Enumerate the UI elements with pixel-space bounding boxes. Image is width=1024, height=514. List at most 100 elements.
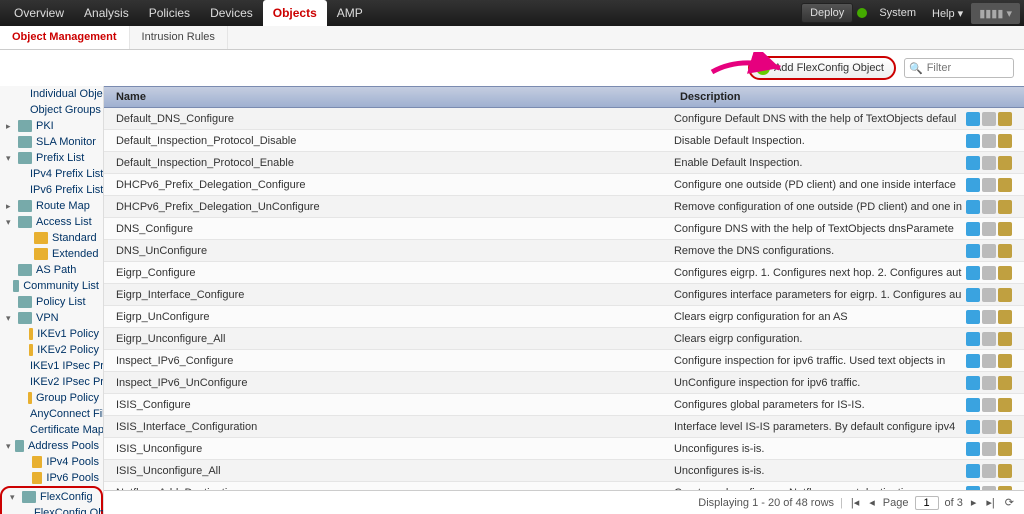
table-row[interactable]: Default_Inspection_Protocol_EnableEnable… — [104, 152, 1024, 174]
nav-amp[interactable]: AMP — [327, 0, 373, 26]
sidebar-item[interactable]: Individual Objects — [0, 86, 103, 102]
view-icon[interactable] — [982, 398, 996, 412]
edit-icon[interactable] — [998, 178, 1012, 192]
table-row[interactable]: Eigrp_UnConfigureClears eigrp configurat… — [104, 306, 1024, 328]
pager-next-icon[interactable]: ▸ — [969, 496, 979, 509]
copy-icon[interactable] — [966, 332, 980, 346]
edit-icon[interactable] — [998, 376, 1012, 390]
view-icon[interactable] — [982, 486, 996, 491]
nav-help[interactable]: Help ▾ — [924, 3, 971, 24]
view-icon[interactable] — [982, 420, 996, 434]
pager-refresh-icon[interactable]: ⟳ — [1003, 496, 1016, 509]
copy-icon[interactable] — [966, 310, 980, 324]
copy-icon[interactable] — [966, 486, 980, 491]
copy-icon[interactable] — [966, 376, 980, 390]
edit-icon[interactable] — [998, 134, 1012, 148]
edit-icon[interactable] — [998, 266, 1012, 280]
sidebar-item[interactable]: IPv4 Pools — [0, 454, 103, 470]
view-icon[interactable] — [982, 222, 996, 236]
view-icon[interactable] — [982, 332, 996, 346]
sidebar-item[interactable]: IPv6 Pools — [0, 470, 103, 486]
table-row[interactable]: Eigrp_Interface_ConfigureConfigures inte… — [104, 284, 1024, 306]
table-row[interactable]: DNS_UnConfigureRemove the DNS configurat… — [104, 240, 1024, 262]
deploy-button[interactable]: Deploy — [801, 3, 853, 23]
nav-policies[interactable]: Policies — [139, 0, 200, 26]
edit-icon[interactable] — [998, 222, 1012, 236]
sidebar-item[interactable]: IKEv1 IPsec Proposal — [0, 358, 103, 374]
table-row[interactable]: Default_Inspection_Protocol_DisableDisab… — [104, 130, 1024, 152]
pager-prev-icon[interactable]: ◂ — [867, 496, 877, 509]
view-icon[interactable] — [982, 354, 996, 368]
copy-icon[interactable] — [966, 398, 980, 412]
view-icon[interactable] — [982, 376, 996, 390]
edit-icon[interactable] — [998, 354, 1012, 368]
copy-icon[interactable] — [966, 156, 980, 170]
sidebar-item[interactable]: AnyConnect File — [0, 406, 103, 422]
nav-devices[interactable]: Devices — [200, 0, 263, 26]
sidebar-item[interactable]: IKEv2 IPsec Proposal — [0, 374, 103, 390]
column-header-name[interactable]: Name — [104, 91, 674, 103]
tab-object-management[interactable]: Object Management — [0, 26, 130, 49]
sidebar-item[interactable]: Extended — [0, 246, 103, 262]
edit-icon[interactable] — [998, 200, 1012, 214]
edit-icon[interactable] — [998, 156, 1012, 170]
nav-overview[interactable]: Overview — [4, 0, 74, 26]
sidebar-item[interactable]: ▾Address Pools — [0, 438, 103, 454]
table-row[interactable]: DHCPv6_Prefix_Delegation_UnConfigureRemo… — [104, 196, 1024, 218]
sidebar-item[interactable]: Standard — [0, 230, 103, 246]
copy-icon[interactable] — [966, 420, 980, 434]
table-row[interactable]: DHCPv6_Prefix_Delegation_ConfigureConfig… — [104, 174, 1024, 196]
copy-icon[interactable] — [966, 464, 980, 478]
nav-analysis[interactable]: Analysis — [74, 0, 139, 26]
table-row[interactable]: ISIS_Unconfigure_AllUnconfigures is-is. — [104, 460, 1024, 482]
pager-page-input[interactable] — [915, 496, 939, 510]
column-header-description[interactable]: Description — [674, 91, 966, 103]
sidebar-item[interactable]: IKEv2 Policy — [0, 342, 103, 358]
sidebar-item[interactable]: IPv4 Prefix List — [0, 166, 103, 182]
nav-objects[interactable]: Objects — [263, 0, 327, 26]
sidebar-item[interactable]: ▸PKI — [0, 118, 103, 134]
sidebar-item[interactable]: AS Path — [0, 262, 103, 278]
table-row[interactable]: Inspect_IPv6_ConfigureConfigure inspecti… — [104, 350, 1024, 372]
sidebar-item[interactable]: Community List — [0, 278, 103, 294]
view-icon[interactable] — [982, 464, 996, 478]
copy-icon[interactable] — [966, 266, 980, 280]
pager-last-icon[interactable]: ▸| — [984, 496, 996, 509]
table-row[interactable]: ISIS_Interface_ConfigurationInterface le… — [104, 416, 1024, 438]
view-icon[interactable] — [982, 112, 996, 126]
table-row[interactable]: DNS_ConfigureConfigure DNS with the help… — [104, 218, 1024, 240]
tab-intrusion-rules[interactable]: Intrusion Rules — [130, 26, 228, 49]
sidebar-item[interactable]: IPv6 Prefix List — [0, 182, 103, 198]
edit-icon[interactable] — [998, 420, 1012, 434]
table-row[interactable]: ISIS_UnconfigureUnconfigures is-is. — [104, 438, 1024, 460]
sidebar-item[interactable]: ▸Route Map — [0, 198, 103, 214]
edit-icon[interactable] — [998, 288, 1012, 302]
copy-icon[interactable] — [966, 354, 980, 368]
edit-icon[interactable] — [998, 310, 1012, 324]
nav-system[interactable]: System — [871, 3, 924, 23]
copy-icon[interactable] — [966, 178, 980, 192]
view-icon[interactable] — [982, 244, 996, 258]
copy-icon[interactable] — [966, 134, 980, 148]
copy-icon[interactable] — [966, 288, 980, 302]
edit-icon[interactable] — [998, 464, 1012, 478]
table-row[interactable]: Default_DNS_ConfigureConfigure Default D… — [104, 108, 1024, 130]
view-icon[interactable] — [982, 310, 996, 324]
edit-icon[interactable] — [998, 112, 1012, 126]
view-icon[interactable] — [982, 442, 996, 456]
sidebar-item[interactable]: Policy List — [0, 294, 103, 310]
copy-icon[interactable] — [966, 244, 980, 258]
view-icon[interactable] — [982, 156, 996, 170]
copy-icon[interactable] — [966, 200, 980, 214]
table-row[interactable]: Netflow_Add_DestinationCreate and config… — [104, 482, 1024, 490]
sidebar-item[interactable]: ▾Access List — [0, 214, 103, 230]
table-row[interactable]: ISIS_ConfigureConfigures global paramete… — [104, 394, 1024, 416]
view-icon[interactable] — [982, 266, 996, 280]
edit-icon[interactable] — [998, 442, 1012, 456]
edit-icon[interactable] — [998, 244, 1012, 258]
view-icon[interactable] — [982, 288, 996, 302]
table-row[interactable]: Eigrp_ConfigureConfigures eigrp. 1. Conf… — [104, 262, 1024, 284]
pager-first-icon[interactable]: |◂ — [849, 496, 861, 509]
view-icon[interactable] — [982, 200, 996, 214]
add-flexconfig-object-button[interactable]: + Add FlexConfig Object — [748, 56, 896, 80]
